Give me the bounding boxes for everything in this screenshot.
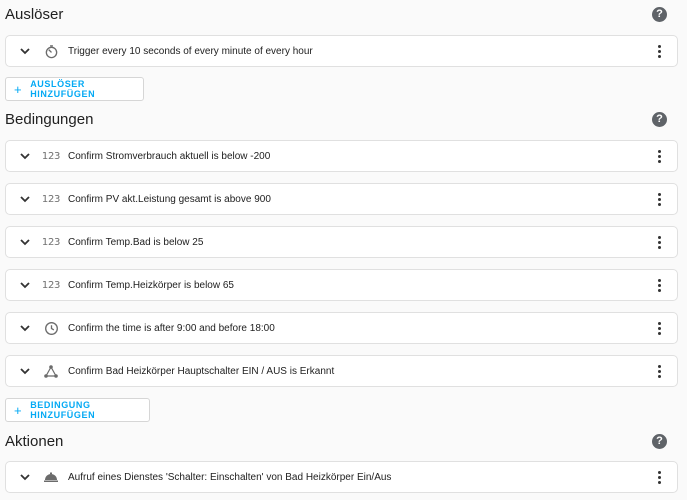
condition-label: Confirm Temp.Heizkörper is below 65 bbox=[68, 279, 234, 291]
plus-icon: + bbox=[14, 402, 23, 418]
condition-label: Confirm PV akt.Leistung gesamt is above … bbox=[68, 193, 271, 205]
chevron-down-icon[interactable] bbox=[12, 47, 38, 55]
chevron-down-icon[interactable] bbox=[12, 367, 38, 375]
triggers-help-icon[interactable]: ? bbox=[652, 6, 667, 22]
trigger-label: Trigger every 10 seconds of every minute… bbox=[68, 45, 313, 57]
chevron-down-icon[interactable] bbox=[12, 195, 38, 203]
chevron-down-icon[interactable] bbox=[12, 281, 38, 289]
conditions-title: Bedingungen bbox=[5, 110, 94, 128]
add-condition-button[interactable]: + BEDINGUNG HINZUFÜGEN bbox=[5, 398, 150, 422]
chevron-down-icon[interactable] bbox=[12, 238, 38, 246]
condition-card[interactable]: 123 Confirm PV akt.Leistung gesamt is ab… bbox=[5, 183, 678, 215]
chevron-down-icon[interactable] bbox=[12, 473, 38, 481]
action-label: Aufruf eines Dienstes 'Schalter: Einscha… bbox=[68, 471, 392, 483]
numeric-123-icon: 123 bbox=[41, 279, 61, 291]
overflow-menu-icon[interactable] bbox=[647, 465, 671, 489]
service-bell-icon bbox=[38, 471, 64, 483]
trigger-card[interactable]: Trigger every 10 seconds of every minute… bbox=[5, 35, 678, 67]
numeric-123-icon: 123 bbox=[41, 236, 61, 248]
overflow-menu-icon[interactable] bbox=[647, 187, 671, 211]
chevron-down-icon[interactable] bbox=[12, 324, 38, 332]
actions-title: Aktionen bbox=[5, 432, 64, 450]
condition-card[interactable]: 123 Confirm Temp.Heizkörper is below 65 bbox=[5, 269, 678, 301]
condition-label: Confirm Temp.Bad is below 25 bbox=[68, 236, 204, 248]
triggers-title: Auslöser bbox=[5, 5, 64, 23]
conditions-header: Bedingungen ? bbox=[5, 105, 679, 133]
numeric-123-icon: 123 bbox=[41, 193, 61, 205]
overflow-menu-icon[interactable] bbox=[647, 144, 671, 168]
condition-card[interactable]: Confirm the time is after 9:00 and befor… bbox=[5, 312, 678, 344]
chevron-down-icon[interactable] bbox=[12, 152, 38, 160]
triggers-header: Auslöser ? bbox=[5, 0, 679, 28]
condition-label: Confirm Stromverbrauch aktuell is below … bbox=[68, 150, 271, 162]
condition-label: Confirm Bad Heizkörper Hauptschalter EIN… bbox=[68, 365, 335, 377]
condition-card[interactable]: Confirm Bad Heizkörper Hauptschalter EIN… bbox=[5, 355, 678, 387]
condition-label: Confirm the time is after 9:00 and befor… bbox=[68, 322, 275, 334]
timer-icon bbox=[38, 44, 64, 59]
plus-icon: + bbox=[14, 81, 23, 97]
action-card[interactable]: Aufruf eines Dienstes 'Schalter: Einscha… bbox=[5, 461, 678, 493]
actions-header: Aktionen ? bbox=[5, 427, 679, 455]
overflow-menu-icon[interactable] bbox=[647, 316, 671, 340]
state-graph-icon bbox=[38, 364, 64, 379]
overflow-menu-icon[interactable] bbox=[647, 359, 671, 383]
condition-card[interactable]: 123 Confirm Stromverbrauch aktuell is be… bbox=[5, 140, 678, 172]
overflow-menu-icon[interactable] bbox=[647, 39, 671, 63]
actions-help-icon[interactable]: ? bbox=[652, 433, 667, 449]
conditions-help-icon[interactable]: ? bbox=[652, 111, 667, 127]
add-trigger-label: AUSLÖSER HINZUFÜGEN bbox=[30, 79, 96, 99]
add-condition-label: BEDINGUNG HINZUFÜGEN bbox=[30, 400, 96, 420]
add-trigger-button[interactable]: + AUSLÖSER HINZUFÜGEN bbox=[5, 77, 144, 101]
numeric-123-icon: 123 bbox=[41, 150, 61, 162]
overflow-menu-icon[interactable] bbox=[647, 230, 671, 254]
condition-card[interactable]: 123 Confirm Temp.Bad is below 25 bbox=[5, 226, 678, 258]
overflow-menu-icon[interactable] bbox=[647, 273, 671, 297]
clock-icon bbox=[38, 321, 64, 336]
